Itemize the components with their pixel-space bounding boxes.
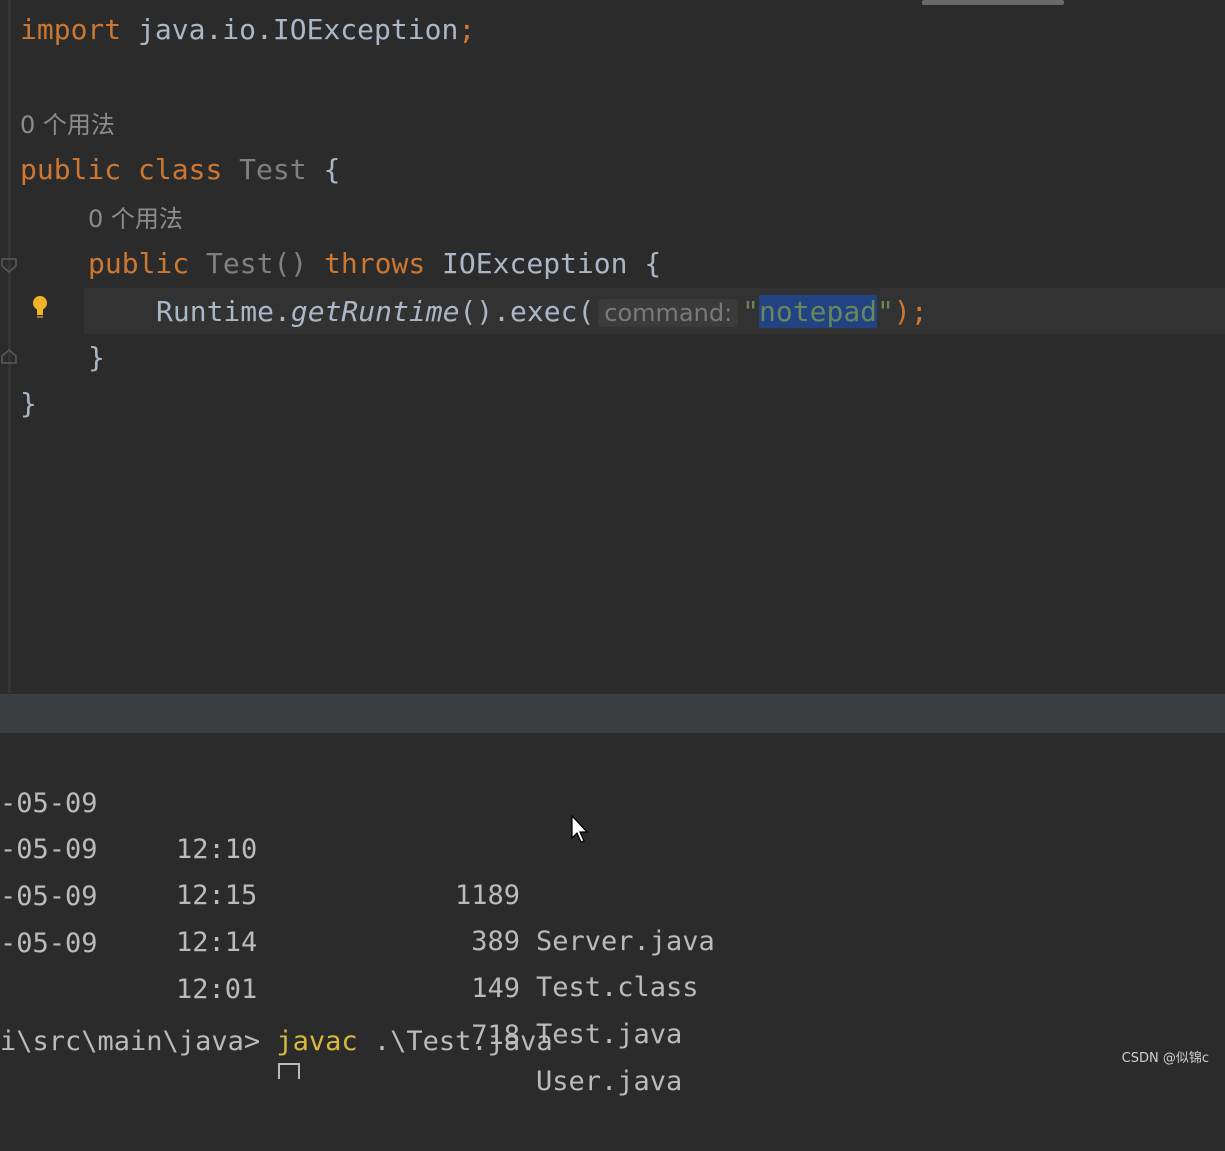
watermark: CSDN @似锦c [1121,1051,1209,1066]
string-close-quote: " [877,295,894,328]
unfold-icon[interactable] [0,348,18,366]
table-row: -05-09 12:01 718 User.java [0,875,682,1097]
code-line-close-outer[interactable]: } [20,384,37,424]
table-row: -05-09 12:10 1189 Server.java [0,735,715,957]
file-size: 149 [471,973,520,1004]
file-name: Server.java [536,926,715,957]
ctor-name: Test() [206,247,308,280]
file-time: 12:01 [176,974,258,1005]
command-arg: .\Test.java [357,1026,553,1057]
fold-icon[interactable] [0,256,18,274]
public-keyword: public [20,153,122,186]
file-time: 12:10 [176,834,258,865]
terminal-panel[interactable]: -05-09 12:10 1189 Server.java -05-09 12:… [0,733,1225,1097]
file-time: 12:15 [176,880,258,911]
usage-hint-ctor[interactable]: 0 个用法 [88,202,183,236]
file-date: -05-09 [0,928,98,959]
mouse-pointer-icon [571,814,589,843]
call-end: ); [893,295,928,328]
exec-call: ().exec( [459,295,595,328]
command-name: javac [276,1026,358,1057]
import-path: java.io.IOException [121,13,459,46]
terminal-prompt-line[interactable]: i\src\main\java> javac .\Test.java [0,1019,553,1065]
file-size: 1189 [454,880,520,911]
runtime-class: Runtime. [156,295,291,328]
file-size: 389 [471,926,520,957]
import-semicolon: ; [458,13,476,46]
import-keyword: import [20,13,122,46]
get-runtime-method: getRuntime [290,295,460,328]
file-name: Test.class [536,972,699,1003]
code-line-constructor[interactable]: public Test() throws IOException { [88,244,661,284]
usage-hint-class[interactable]: 0 个用法 [20,108,115,142]
string-open-quote: " [742,295,760,328]
bulb-icon[interactable] [30,294,50,320]
terminal-cursor [278,1063,300,1079]
code-line-class[interactable]: public class Test { [20,150,340,190]
panel-divider[interactable] [0,693,1225,734]
code-line-exec[interactable]: Runtime.getRuntime().exec(command: "notep… [156,292,928,332]
file-time: 12:14 [176,927,258,958]
gutter [8,0,11,693]
exception-type: IOException { [442,247,662,280]
throws-keyword: throws [324,247,426,280]
table-row: -05-09 12:15 389 Test.class [0,781,699,1003]
ctor-public-keyword: public [88,247,190,280]
code-editor[interactable]: import java.io.IOException; 0 个用法 public… [0,0,1225,693]
file-name: Test.java [536,1019,683,1050]
file-name: User.java [536,1066,683,1097]
class-name: Test [239,153,307,186]
code-line-close-inner[interactable]: } [88,338,105,378]
selected-string[interactable]: notepad [759,295,878,328]
code-line-import[interactable]: import java.io.IOException; [20,10,475,50]
parameter-hint: command: [598,299,739,327]
class-keyword: class [138,153,223,186]
prompt-path: i\src\main\java> [0,1026,277,1057]
table-row: -05-09 12:14 149 Test.java [0,828,682,1050]
editor-scrollbar[interactable] [922,0,1064,5]
class-brace: { [306,153,341,186]
